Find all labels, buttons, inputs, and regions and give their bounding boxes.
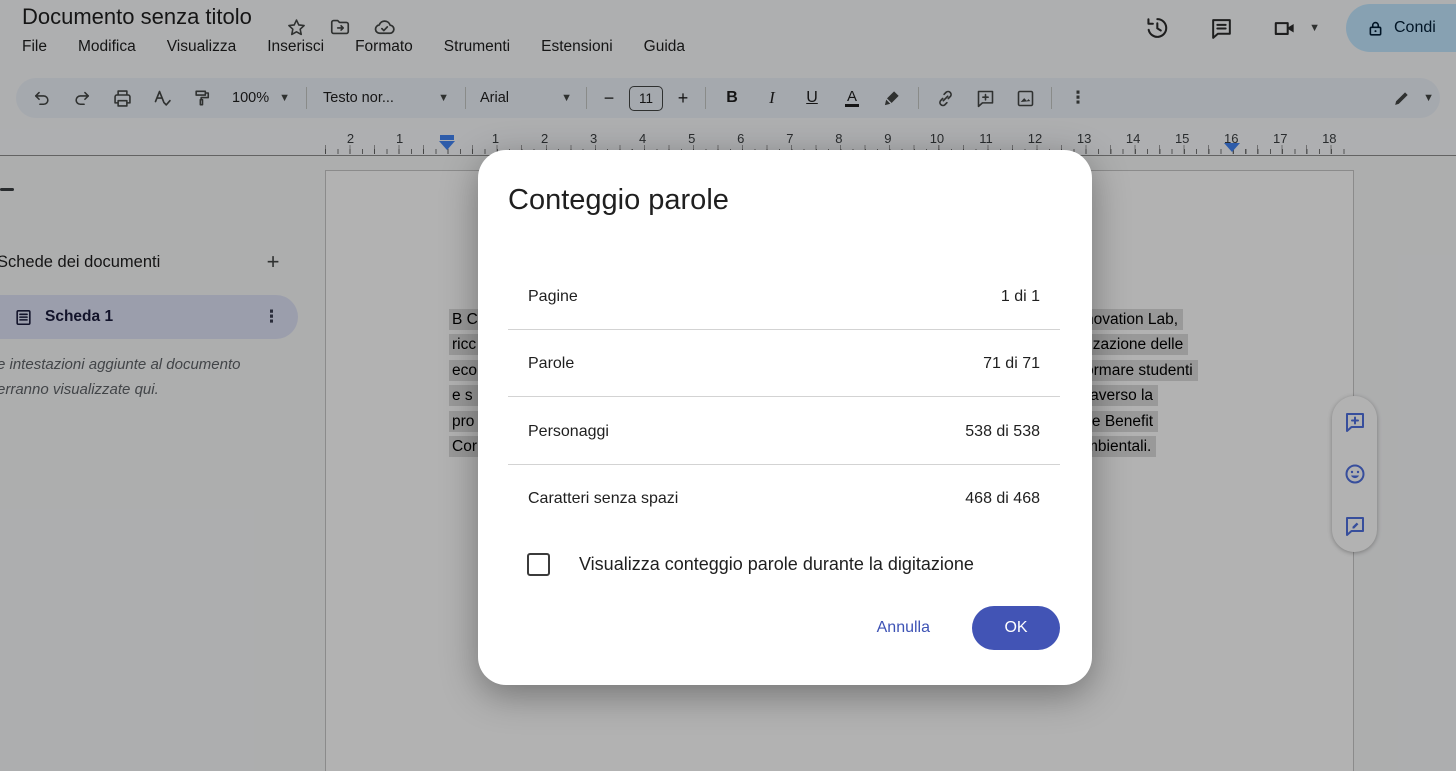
stat-label: Personaggi bbox=[528, 423, 609, 441]
show-word-count-checkbox[interactable] bbox=[527, 553, 550, 576]
stat-value: 1 di 1 bbox=[1001, 288, 1040, 306]
stat-row-words: Parole 71 di 71 bbox=[528, 353, 1040, 375]
stat-row-characters-no-spaces: Caratteri senza spazi 468 di 468 bbox=[528, 488, 1040, 510]
stat-row-characters: Personaggi 538 di 538 bbox=[528, 421, 1040, 443]
stat-value: 468 di 468 bbox=[965, 490, 1040, 508]
stat-value: 538 di 538 bbox=[965, 423, 1040, 441]
cancel-button[interactable]: Annulla bbox=[861, 609, 946, 647]
ok-button[interactable]: OK bbox=[972, 606, 1060, 650]
google-docs-window: Documento senza titolo FileModificaVisua… bbox=[0, 0, 1456, 771]
dialog-title: Conteggio parole bbox=[508, 184, 729, 217]
stat-row-pages: Pagine 1 di 1 bbox=[528, 286, 1040, 308]
word-count-dialog: Conteggio parole Pagine 1 di 1 Parole 71… bbox=[478, 150, 1092, 685]
stat-label: Pagine bbox=[528, 288, 578, 306]
stat-value: 71 di 71 bbox=[983, 355, 1040, 373]
stat-label: Caratteri senza spazi bbox=[528, 490, 678, 508]
stat-label: Parole bbox=[528, 355, 574, 373]
checkbox-label: Visualizza conteggio parole durante la d… bbox=[579, 554, 974, 575]
